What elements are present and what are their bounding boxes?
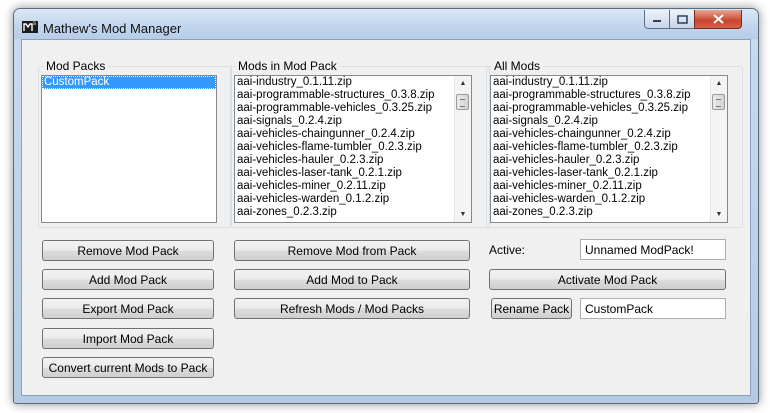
maximize-icon [676, 14, 688, 24]
list-item-custompack[interactable]: CustomPack [42, 76, 216, 89]
list-item[interactable]: aai-signals_0.2.4.zip [235, 115, 471, 128]
window-title: Mathew's Mod Manager [43, 21, 182, 36]
list-item[interactable]: aai-vehicles-warden_0.1.2.zip [235, 193, 471, 206]
list-item[interactable]: aai-vehicles-chaingunner_0.2.4.zip [235, 128, 471, 141]
list-item[interactable]: aai-programmable-vehicles_0.3.25.zip [491, 102, 727, 115]
active-label: Active: [489, 243, 526, 257]
scroll-down-arrow-icon[interactable]: ▼ [711, 207, 727, 222]
list-item[interactable]: aai-vehicles-flame-tumbler_0.2.3.zip [491, 141, 727, 154]
list-item[interactable]: aai-industry_0.1.11.zip [235, 76, 471, 89]
mods-in-pack-scrollbar[interactable]: ▲ ▼ [454, 76, 471, 222]
list-item[interactable]: aai-zones_0.2.3.zip [235, 206, 471, 219]
list-item[interactable]: aai-vehicles-miner_0.2.11.zip [491, 180, 727, 193]
title-bar[interactable]: s Mathew's Mod Manager [14, 9, 758, 39]
mod-packs-label: Mod Packs [43, 59, 109, 73]
app-window: s Mathew's Mod Manager Mod Packs CustomP… [13, 8, 759, 404]
active-pack-field[interactable]: Unnamed ModPack! [580, 239, 726, 260]
all-mods-scrollbar[interactable]: ▲ ▼ [710, 76, 727, 222]
list-item[interactable]: aai-vehicles-hauler_0.2.3.zip [235, 154, 471, 167]
list-item[interactable]: aai-programmable-structures_0.3.8.zip [491, 89, 727, 102]
convert-current-mods-button[interactable]: Convert current Mods to Pack [42, 357, 214, 378]
all-mods-group: All Mods aai-industry_0.1.11.zip aai-pro… [486, 59, 743, 228]
add-mod-to-pack-button[interactable]: Add Mod to Pack [234, 269, 470, 290]
list-item[interactable]: aai-vehicles-laser-tank_0.2.1.zip [491, 167, 727, 180]
scroll-thumb[interactable] [712, 94, 725, 110]
scroll-up-arrow-icon[interactable]: ▲ [455, 76, 471, 91]
list-item[interactable]: aai-industry_0.1.11.zip [491, 76, 727, 89]
list-item[interactable]: aai-programmable-vehicles_0.3.25.zip [235, 102, 471, 115]
rename-pack-input[interactable]: CustomPack [580, 298, 726, 319]
app-logo-icon: s [22, 21, 38, 33]
scroll-down-arrow-icon[interactable]: ▼ [455, 207, 471, 222]
list-item[interactable]: aai-vehicles-hauler_0.2.3.zip [491, 154, 727, 167]
svg-text:s: s [33, 21, 36, 27]
list-item[interactable]: aai-vehicles-miner_0.2.11.zip [235, 180, 471, 193]
refresh-mods-button[interactable]: Refresh Mods / Mod Packs [234, 298, 470, 319]
minimize-icon [653, 20, 661, 22]
client-area: Mod Packs CustomPack Mods in Mod Pack aa… [21, 39, 751, 396]
activate-mod-pack-button[interactable]: Activate Mod Pack [489, 269, 726, 290]
mods-in-pack-group: Mods in Mod Pack aai-industry_0.1.11.zip… [230, 59, 490, 228]
import-mod-pack-button[interactable]: Import Mod Pack [42, 328, 214, 349]
list-item[interactable]: aai-vehicles-warden_0.1.2.zip [491, 193, 727, 206]
minimize-button[interactable] [644, 10, 670, 29]
mod-packs-list[interactable]: CustomPack [41, 75, 217, 223]
list-item[interactable]: aai-signals_0.2.4.zip [491, 115, 727, 128]
scroll-up-arrow-icon[interactable]: ▲ [711, 76, 727, 91]
export-mod-pack-button[interactable]: Export Mod Pack [42, 298, 214, 319]
mods-in-pack-label: Mods in Mod Pack [235, 59, 340, 73]
close-icon [712, 14, 724, 24]
maximize-button[interactable] [669, 10, 695, 29]
rename-pack-button[interactable]: Rename Pack [491, 298, 572, 319]
list-item[interactable]: aai-vehicles-laser-tank_0.2.1.zip [235, 167, 471, 180]
remove-mod-from-pack-button[interactable]: Remove Mod from Pack [234, 240, 470, 261]
list-item[interactable]: aai-zones_0.2.3.zip [491, 206, 727, 219]
remove-mod-pack-button[interactable]: Remove Mod Pack [42, 240, 214, 261]
scroll-thumb[interactable] [456, 94, 469, 110]
close-button[interactable] [694, 10, 742, 29]
list-item[interactable]: aai-programmable-structures_0.3.8.zip [235, 89, 471, 102]
all-mods-label: All Mods [491, 59, 544, 73]
mods-in-pack-list[interactable]: aai-industry_0.1.11.zip aai-programmable… [234, 75, 472, 223]
mod-packs-group: Mod Packs CustomPack [38, 59, 232, 228]
add-mod-pack-button[interactable]: Add Mod Pack [42, 269, 214, 290]
list-item[interactable]: aai-vehicles-chaingunner_0.2.4.zip [491, 128, 727, 141]
list-item[interactable]: aai-vehicles-flame-tumbler_0.2.3.zip [235, 141, 471, 154]
all-mods-list[interactable]: aai-industry_0.1.11.zip aai-programmable… [490, 75, 728, 223]
